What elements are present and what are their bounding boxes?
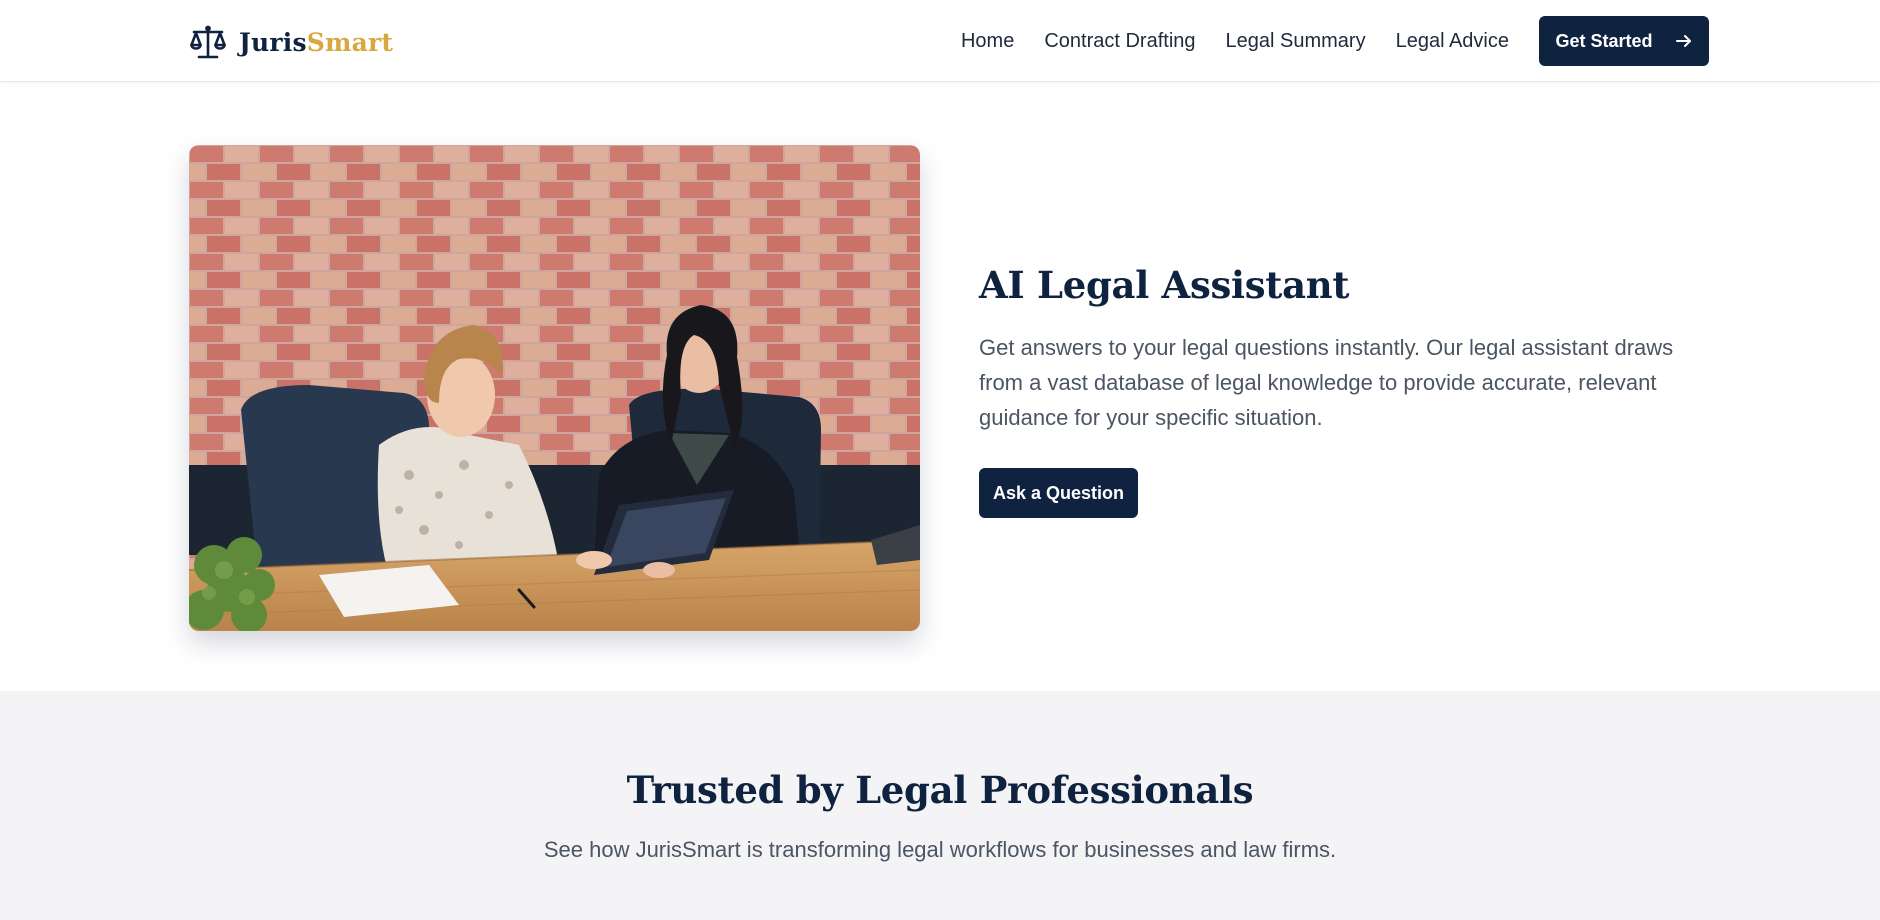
ask-question-label: Ask a Question <box>992 482 1125 503</box>
main-nav: Home Contract Drafting Legal Summary Leg… <box>961 0 1509 82</box>
brand-name-part2: Smart <box>306 27 394 57</box>
brand-logo[interactable]: JurisSmart <box>189 24 393 60</box>
hero-content: AI Legal Assistant Get answers to your l… <box>979 258 1699 518</box>
trusted-title: Trusted by Legal Professionals <box>626 768 1254 812</box>
trusted-subtitle: See how JurisSmart is transforming legal… <box>543 837 1337 862</box>
nav-link-contract-drafting[interactable]: Contract Drafting <box>1044 30 1195 53</box>
get-started-label: Get Started <box>1555 30 1653 51</box>
meeting-photo-illustration <box>189 145 920 631</box>
hero-image <box>189 145 920 631</box>
site-header: JurisSmart Home Contract Drafting Legal … <box>0 0 1880 82</box>
scales-of-justice-icon <box>190 25 226 59</box>
nav-link-home[interactable]: Home <box>961 30 1014 53</box>
hero-description: Get answers to your legal questions inst… <box>979 335 1674 430</box>
brand-name: JurisSmart <box>239 28 393 57</box>
get-started-button[interactable]: Get Started <box>1539 16 1709 66</box>
brand-name-part1: Juris <box>239 27 307 57</box>
trusted-section: Trusted by Legal Professionals See how J… <box>0 691 1880 920</box>
nav-link-legal-summary[interactable]: Legal Summary <box>1226 30 1366 53</box>
hero-title: AI Legal Assistant <box>979 263 1350 307</box>
ask-question-button[interactable]: Ask a Question <box>979 468 1138 518</box>
nav-link-legal-advice[interactable]: Legal Advice <box>1396 30 1509 53</box>
arrow-right-icon <box>1675 35 1691 47</box>
